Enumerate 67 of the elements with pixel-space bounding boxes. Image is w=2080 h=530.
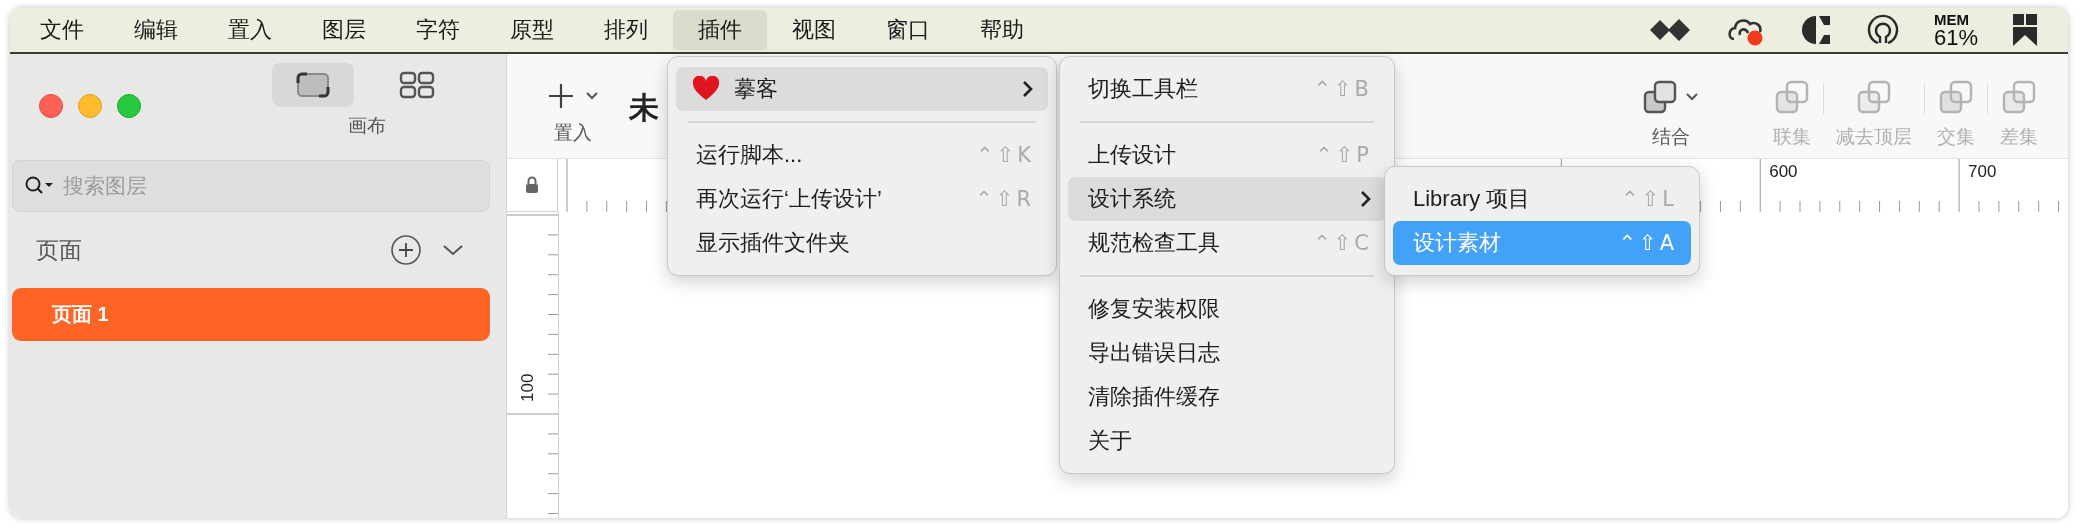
pages-heading: 页面 xyxy=(36,235,83,265)
menu-item-label: 清除插件缓存 xyxy=(1088,383,1221,411)
menu-bar-item[interactable]: 文件 xyxy=(15,10,109,50)
memory-value: 61% xyxy=(1933,26,1978,49)
close-button[interactable] xyxy=(39,94,63,118)
grid-icon xyxy=(399,71,435,99)
menu-item[interactable]: 导出错误日志 xyxy=(1068,331,1386,375)
menu-bar-item[interactable]: 视图 xyxy=(767,10,861,50)
menu-item-label: 显示插件文件夹 xyxy=(696,229,851,257)
menu-item[interactable]: 清除插件缓存 xyxy=(1068,375,1386,419)
menu-item-label: 导出错误日志 xyxy=(1088,339,1221,367)
menu-item[interactable]: 设计系统 xyxy=(1068,177,1386,221)
split-shape-icon[interactable] xyxy=(1801,14,1832,46)
menu-bar-item[interactable]: 排列 xyxy=(579,10,673,50)
keyboard-shortcut: ⌃⇧R xyxy=(975,187,1034,211)
menu-bar-item[interactable]: 窗口 xyxy=(861,10,955,50)
add-icon[interactable] xyxy=(390,234,422,266)
menu-bar-item[interactable]: 插件 xyxy=(673,10,767,50)
menu-item-label: 切换工具栏 xyxy=(1088,75,1199,103)
search-field[interactable]: 搜索图层 xyxy=(12,160,490,212)
lock-icon[interactable] xyxy=(525,176,539,194)
menu-item[interactable]: 显示插件文件夹 xyxy=(676,221,1048,265)
plus-icon[interactable] xyxy=(547,82,575,110)
menu-item-label: 设计系统 xyxy=(1088,185,1177,213)
insert-label: 置入 xyxy=(554,121,592,145)
menu-item[interactable]: 关于 xyxy=(1068,419,1386,463)
keyboard-shortcut: ⌃⇧C xyxy=(1313,231,1372,255)
heart-icon xyxy=(692,76,720,102)
overlapping-squares-icon[interactable] xyxy=(1643,80,1677,114)
open-ring-icon[interactable] xyxy=(1865,13,1900,47)
menu-item-label: 设计素材 xyxy=(1413,229,1502,257)
chevron-right-icon xyxy=(1360,190,1372,208)
vertical-ruler: 100 xyxy=(507,212,559,518)
menu-item[interactable]: 规范检查工具 ⌃⇧C xyxy=(1068,221,1386,265)
menu-bar-item[interactable]: 图层 xyxy=(297,10,391,50)
memory-label: MEM xyxy=(1933,11,1969,27)
menu-item[interactable]: 修复安装权限 xyxy=(1068,287,1386,331)
bookmark-icon[interactable] xyxy=(2012,13,2038,47)
chevron-down-icon[interactable] xyxy=(1685,92,1699,102)
tool-label: 联集 xyxy=(1773,125,1811,149)
chevron-right-icon xyxy=(1022,80,1034,98)
menu-item-label: 再次运行‘上传设计’ xyxy=(696,185,883,213)
tool-label: 交集 xyxy=(1937,125,1975,149)
tool-label: 结合 xyxy=(1652,125,1690,149)
menu-bar-item[interactable]: 置入 xyxy=(203,10,297,50)
view-mode-label: 画布 xyxy=(347,114,386,138)
menu-item-label: Library 项目 xyxy=(1413,185,1532,213)
keyboard-shortcut: ⌃⇧L xyxy=(1621,187,1677,211)
chevron-down-icon[interactable] xyxy=(585,91,599,101)
menu-bar-item[interactable]: 帮助 xyxy=(955,10,1049,50)
menu-item-label: 修复安装权限 xyxy=(1088,295,1221,323)
menu-item[interactable]: 切换工具栏 ⌃⇧B xyxy=(1068,67,1386,111)
menu-item[interactable]: 摹客 xyxy=(676,67,1048,111)
tool-label: 差集 xyxy=(2000,125,2038,149)
document-title: 未 xyxy=(629,90,659,126)
menu-bar-item[interactable]: 编辑 xyxy=(109,10,203,50)
menu-item-label: 关于 xyxy=(1088,427,1133,455)
keyboard-shortcut: ⌃⇧A xyxy=(1618,231,1677,255)
menu-bar-item[interactable]: 字符 xyxy=(391,10,485,50)
menu-item-label: 规范检查工具 xyxy=(1088,229,1221,257)
canvas-view-button[interactable] xyxy=(272,63,354,107)
rounded-frame-icon xyxy=(295,71,331,99)
tool-label: 减去顶层 xyxy=(1836,125,1912,149)
keyboard-shortcut: ⌃⇧B xyxy=(1313,77,1372,101)
menu-bar-item[interactable]: 原型 xyxy=(485,10,579,50)
menu-item-label: 摹客 xyxy=(734,75,779,103)
chevron-down-icon[interactable] xyxy=(442,243,464,257)
